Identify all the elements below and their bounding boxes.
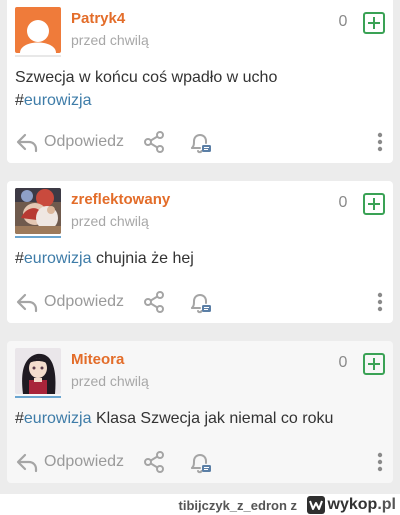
reply-button[interactable]: Odpowiedz bbox=[44, 293, 124, 311]
entry-card: Miteora przed chwilą 0 #eurowizja Klasa … bbox=[7, 341, 393, 483]
bell-icon[interactable] bbox=[187, 130, 213, 156]
avatar-underline bbox=[15, 396, 61, 398]
more-vertical-icon[interactable] bbox=[376, 131, 384, 153]
username-link[interactable]: zreflektowany bbox=[71, 191, 170, 208]
timestamp[interactable]: przed chwilą bbox=[71, 373, 149, 389]
username-link[interactable]: Miteora bbox=[71, 351, 124, 368]
timestamp[interactable]: przed chwilą bbox=[71, 32, 149, 48]
entry-card: zreflektowany przed chwilą 0 #eurowizja … bbox=[7, 181, 393, 323]
hashtag-name: eurowizja bbox=[23, 92, 92, 109]
hashtag-symbol: # bbox=[15, 410, 24, 427]
entry-actions: Odpowiedz bbox=[7, 127, 393, 157]
entry-body: chujnia że hej bbox=[91, 250, 194, 267]
avatar[interactable] bbox=[15, 7, 61, 53]
avatar[interactable] bbox=[15, 348, 61, 394]
reply-icon[interactable] bbox=[15, 450, 39, 474]
entry-card: Patryk4 przed chwilą 0 Szwecja w końcu c… bbox=[7, 0, 393, 163]
entry-actions: Odpowiedz bbox=[7, 287, 393, 317]
hashtag-name: eurowizja bbox=[23, 410, 92, 427]
watermark-bar: tibijczyk_z_edron z wykop.pl bbox=[0, 494, 400, 515]
hashtag-symbol: # bbox=[15, 250, 24, 267]
reply-button[interactable]: Odpowiedz bbox=[44, 453, 124, 471]
timestamp[interactable]: przed chwilą bbox=[71, 213, 149, 229]
vote-count: 0 bbox=[338, 354, 348, 371]
wykop-logo-icon bbox=[306, 495, 325, 514]
entry-text: #eurowizja Klasa Szwecja jak niemal co r… bbox=[15, 407, 375, 430]
avatar-underline bbox=[15, 236, 61, 238]
more-vertical-icon[interactable] bbox=[376, 291, 384, 313]
plus-button[interactable] bbox=[363, 353, 385, 375]
more-vertical-icon[interactable] bbox=[376, 451, 384, 473]
vote-count: 0 bbox=[338, 194, 348, 211]
hashtag-link[interactable]: #eurowizja bbox=[15, 92, 92, 109]
entry-text: #eurowizja chujnia że hej bbox=[15, 247, 375, 270]
share-icon[interactable] bbox=[142, 130, 166, 154]
reply-button[interactable]: Odpowiedz bbox=[44, 133, 124, 151]
user-photo-icon bbox=[15, 348, 61, 394]
avatar-underline bbox=[15, 55, 61, 57]
plus-button[interactable] bbox=[363, 193, 385, 215]
wykop-logo: wykop.pl bbox=[306, 495, 396, 514]
bell-icon[interactable] bbox=[187, 450, 213, 476]
user-photo-icon bbox=[15, 188, 61, 234]
vote-count: 0 bbox=[338, 13, 348, 30]
reply-icon[interactable] bbox=[15, 290, 39, 314]
reply-icon[interactable] bbox=[15, 130, 39, 154]
hashtag-name: eurowizja bbox=[23, 250, 92, 267]
entry-body: Szwecja w końcu coś wpadło w ucho bbox=[15, 69, 278, 86]
hashtag-link[interactable]: #eurowizja bbox=[15, 410, 92, 427]
entry-body: Klasa Szwecja jak niemal co roku bbox=[91, 410, 334, 427]
entry-text: Szwecja w końcu coś wpadło w ucho #eurow… bbox=[15, 66, 375, 112]
logo-name: wykop bbox=[327, 495, 378, 513]
avatar[interactable] bbox=[15, 188, 61, 234]
share-icon[interactable] bbox=[142, 290, 166, 314]
plus-button[interactable] bbox=[363, 12, 385, 34]
default-avatar-icon bbox=[15, 7, 61, 53]
hashtag-link[interactable]: #eurowizja bbox=[15, 250, 92, 267]
watermark-username: tibijczyk_z_edron z bbox=[178, 498, 297, 513]
hashtag-symbol: # bbox=[15, 92, 24, 109]
bell-icon[interactable] bbox=[187, 290, 213, 316]
username-link[interactable]: Patryk4 bbox=[71, 10, 125, 27]
share-icon[interactable] bbox=[142, 450, 166, 474]
entry-actions: Odpowiedz bbox=[7, 447, 393, 477]
logo-tld: .pl bbox=[377, 495, 396, 513]
